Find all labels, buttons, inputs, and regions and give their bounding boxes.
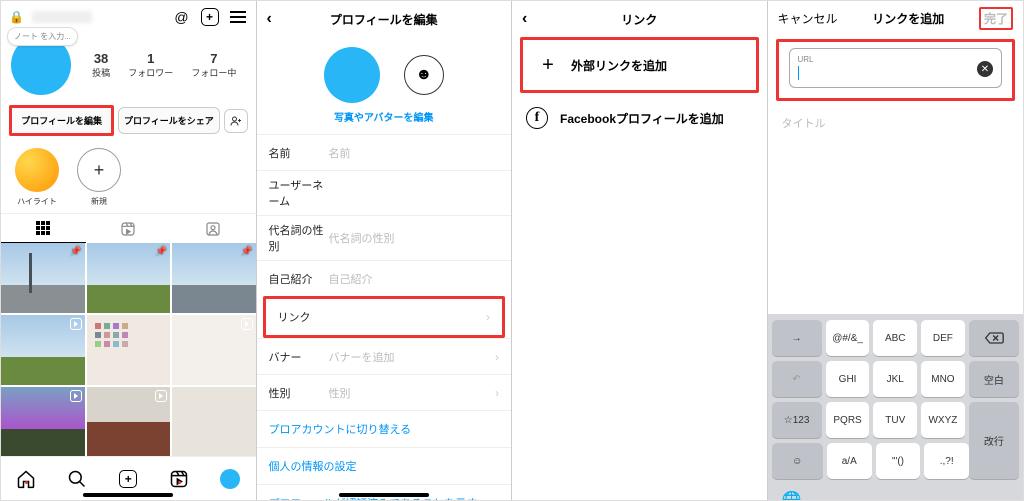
add-external-link[interactable]: + 外部リンクを追加	[523, 40, 756, 90]
pin-icon: 📌	[70, 246, 81, 257]
nav-home-icon[interactable]	[15, 468, 37, 490]
key-emoji[interactable]: ☺	[772, 443, 823, 479]
post-thumb[interactable]	[87, 315, 171, 385]
field-pronouns[interactable]: 代名詞の性別代名詞の性別	[257, 215, 512, 260]
keyboard: → @#/&_ ABC DEF ↶ GHI JKL MNO 空白 ☆123 PQ…	[768, 314, 1024, 500]
create-icon[interactable]: +	[200, 7, 220, 27]
home-indicator	[339, 493, 429, 497]
key[interactable]: @#/&_	[826, 320, 870, 356]
chevron-right-icon: ›	[495, 386, 499, 400]
add-facebook-link[interactable]: f Facebookプロフィールを追加	[512, 93, 767, 143]
key[interactable]: JKL	[873, 361, 917, 397]
threads-icon[interactable]	[172, 7, 192, 27]
reels-badge-icon	[70, 318, 82, 330]
stat-followers[interactable]: 1フォロワー	[128, 51, 173, 79]
menu-icon[interactable]	[228, 7, 248, 27]
clear-icon[interactable]: ✕	[977, 61, 993, 77]
field-banner[interactable]: バナーバナーを追加›	[257, 338, 512, 374]
nav-profile-icon[interactable]	[219, 468, 241, 490]
nav-create-icon[interactable]: +	[117, 468, 139, 490]
post-thumb[interactable]: 📌	[1, 243, 85, 313]
field-gender[interactable]: 性別性別›	[257, 374, 512, 410]
field-links[interactable]: リンク›	[266, 299, 503, 335]
globe-icon[interactable]: 🌐	[782, 490, 802, 500]
chevron-right-icon: ›	[486, 310, 490, 324]
key[interactable]: TUV	[873, 402, 917, 438]
lock-icon: 🔒	[9, 10, 24, 24]
edit-avatar[interactable]	[324, 47, 380, 103]
done-button[interactable]: 完了	[984, 12, 1008, 26]
edit-photo-link[interactable]: 写真やアバターを編集	[257, 109, 512, 134]
back-button[interactable]: ‹	[522, 10, 527, 28]
key[interactable]: MNO	[921, 361, 965, 397]
post-thumb[interactable]	[1, 387, 85, 457]
key[interactable]: .,?!	[924, 443, 969, 479]
key-return[interactable]: 改行	[969, 402, 1019, 479]
key[interactable]: WXYZ	[921, 402, 965, 438]
reels-badge-icon	[241, 318, 253, 330]
facebook-icon: f	[526, 107, 548, 129]
field-bio[interactable]: 自己紹介自己紹介	[257, 260, 512, 296]
tab-tagged[interactable]	[171, 214, 256, 243]
key[interactable]: GHI	[826, 361, 870, 397]
header-title: リンクを追加	[872, 10, 944, 27]
stat-posts[interactable]: 38投稿	[92, 51, 110, 79]
url-input[interactable]: URL ✕	[789, 48, 1003, 88]
header-title: プロフィールを編集	[330, 11, 438, 28]
key-mode[interactable]: ☆123	[772, 402, 822, 438]
home-indicator	[83, 493, 173, 497]
key-next[interactable]: →	[772, 320, 822, 356]
key-backspace[interactable]	[969, 320, 1019, 356]
key[interactable]: DEF	[921, 320, 965, 356]
pin-icon: 📌	[156, 246, 167, 257]
tab-grid[interactable]	[1, 214, 86, 243]
text-cursor	[798, 66, 799, 80]
key-space[interactable]: 空白	[969, 361, 1019, 397]
share-profile-button[interactable]: プロフィールをシェア	[118, 107, 219, 134]
nav-search-icon[interactable]	[66, 468, 88, 490]
post-thumb[interactable]: 📌	[87, 243, 171, 313]
reels-badge-icon	[155, 390, 167, 402]
tab-reels[interactable]	[86, 214, 171, 243]
chevron-right-icon: ›	[495, 350, 499, 364]
header-title: リンク	[621, 11, 657, 28]
pin-icon: 📌	[241, 246, 252, 257]
verified-link[interactable]: プロフィールが認証済みであることを示す	[257, 484, 512, 500]
key-undo[interactable]: ↶	[772, 361, 822, 397]
key[interactable]: PQRS	[826, 402, 870, 438]
post-thumb[interactable]: 📌	[172, 243, 256, 313]
key[interactable]: a/A	[827, 443, 872, 479]
posts-grid: 📌 📌 📌	[1, 243, 256, 457]
post-thumb[interactable]	[87, 387, 171, 457]
post-thumb[interactable]	[172, 315, 256, 385]
plus-icon: +	[537, 54, 559, 76]
reels-badge-icon	[70, 390, 82, 402]
back-button[interactable]: ‹	[267, 10, 272, 28]
highlight-item[interactable]: ハイライト	[15, 148, 59, 207]
avatar-option-icon[interactable]: ☻	[404, 55, 444, 95]
switch-pro-link[interactable]: プロアカウントに切り替える	[257, 410, 512, 447]
cancel-button[interactable]: キャンセル	[778, 10, 838, 27]
edit-profile-button[interactable]: プロフィールを編集	[9, 105, 114, 136]
new-highlight-button[interactable]: +新規	[77, 148, 121, 207]
nav-reels-icon[interactable]	[168, 468, 190, 490]
field-name[interactable]: 名前名前	[257, 134, 512, 170]
note-bubble[interactable]: ノート を入力...	[7, 27, 78, 46]
key[interactable]: ABC	[873, 320, 917, 356]
key[interactable]: '"()	[876, 443, 921, 479]
title-input[interactable]: タイトル	[768, 105, 1024, 141]
stat-following[interactable]: 7フォロー中	[191, 51, 236, 79]
discover-people-button[interactable]	[224, 109, 248, 133]
username-blur	[32, 11, 92, 23]
field-username[interactable]: ユーザーネーム	[257, 170, 512, 215]
post-thumb[interactable]	[1, 315, 85, 385]
post-thumb[interactable]	[172, 387, 256, 457]
personal-info-link[interactable]: 個人の情報の設定	[257, 447, 512, 484]
